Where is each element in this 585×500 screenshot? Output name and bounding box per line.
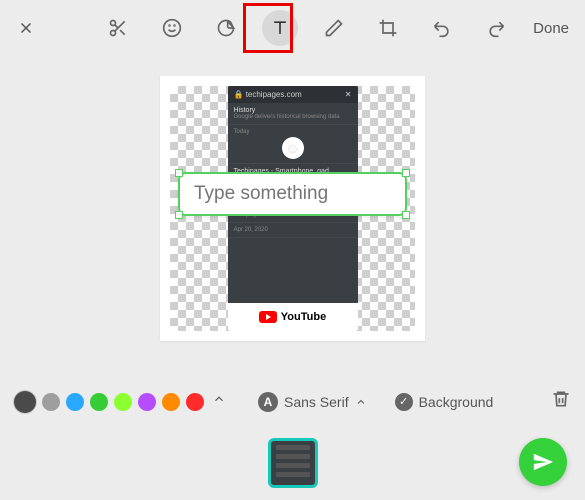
crop-icon: [378, 18, 398, 38]
scissors-icon: [108, 18, 128, 38]
sticker-tool[interactable]: [208, 10, 244, 46]
resize-handle-br[interactable]: [402, 211, 410, 219]
canvas-frame[interactable]: 🔒 techipages.com ✕ History Google delive…: [160, 76, 425, 341]
close-icon: [17, 19, 35, 37]
youtube-logo-icon: [259, 311, 277, 323]
pencil-icon: [324, 18, 344, 38]
preview-section: History: [234, 107, 352, 114]
delete-button[interactable]: [551, 389, 571, 414]
color-swatch[interactable]: [42, 393, 60, 411]
preview-blurb: Google delivers historical browsing data: [234, 114, 352, 120]
scissors-tool[interactable]: [100, 10, 136, 46]
preview-close-icon: ✕: [345, 90, 352, 99]
chevron-up-icon: [355, 396, 367, 408]
color-swatch[interactable]: [162, 393, 180, 411]
youtube-bar: YouTube: [228, 303, 358, 331]
resize-handle-bl[interactable]: [175, 211, 183, 219]
editor-toolbar: Done: [0, 0, 585, 56]
color-swatch[interactable]: [138, 393, 156, 411]
color-swatch[interactable]: [14, 391, 36, 413]
text-icon: [270, 18, 290, 38]
redo-button[interactable]: [478, 10, 514, 46]
draw-tool[interactable]: [316, 10, 352, 46]
color-swatches: [14, 391, 228, 413]
image-thumbnail[interactable]: [268, 438, 318, 488]
sticker-icon: [216, 18, 236, 38]
background-label: Background: [419, 394, 494, 410]
emoji-icon: [162, 18, 182, 38]
emoji-tool[interactable]: [154, 10, 190, 46]
text-overlay[interactable]: [178, 172, 407, 216]
canvas-area: 🔒 techipages.com ✕ History Google delive…: [0, 76, 585, 341]
done-button[interactable]: Done: [529, 14, 573, 43]
check-icon: ✓: [395, 393, 413, 411]
trash-icon: [551, 389, 571, 409]
color-swatch[interactable]: [90, 393, 108, 411]
color-swatch[interactable]: [186, 393, 204, 411]
font-icon: A: [258, 392, 278, 412]
text-options-bar: A Sans Serif ✓ Background: [0, 389, 585, 414]
preview-url: techipages.com: [246, 90, 302, 99]
tool-icons-group: [100, 10, 514, 46]
text-tool[interactable]: [262, 10, 298, 46]
crop-tool[interactable]: [370, 10, 406, 46]
preview-date: Today: [234, 129, 352, 135]
color-swatch[interactable]: [114, 393, 132, 411]
close-button[interactable]: [12, 14, 40, 42]
smiley-sticker: ☺: [282, 137, 304, 159]
undo-icon: [432, 18, 452, 38]
chevron-up-icon: [212, 392, 226, 406]
font-selector[interactable]: A Sans Serif: [258, 392, 367, 412]
more-colors-button[interactable]: [210, 392, 228, 411]
send-button[interactable]: [519, 438, 567, 486]
resize-handle-tr[interactable]: [402, 169, 410, 177]
color-swatch[interactable]: [66, 393, 84, 411]
resize-handle-tl[interactable]: [175, 169, 183, 177]
text-input[interactable]: [180, 183, 405, 205]
undo-button[interactable]: [424, 10, 460, 46]
font-label: Sans Serif: [284, 394, 349, 410]
send-icon: [532, 451, 554, 473]
youtube-label: YouTube: [281, 311, 326, 323]
preview-date: Apr 20, 2020: [234, 227, 352, 233]
background-toggle[interactable]: ✓ Background: [395, 393, 494, 411]
footer: [0, 426, 585, 500]
redo-icon: [486, 18, 506, 38]
